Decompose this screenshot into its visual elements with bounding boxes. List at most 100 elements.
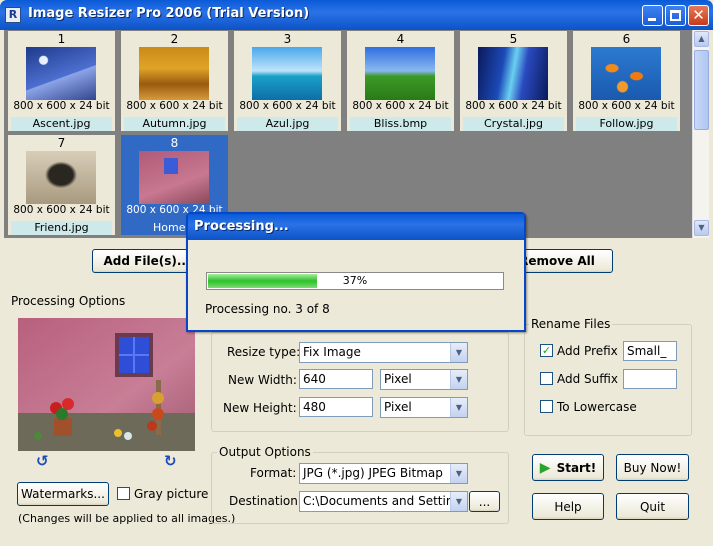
thumbnail-filename: Follow.jpg xyxy=(576,117,677,131)
format-select[interactable]: JPG (*.jpg) JPEG Bitmap ▼ xyxy=(299,463,468,484)
maximize-button[interactable] xyxy=(665,5,686,26)
thumbnail-number: 7 xyxy=(57,136,66,150)
thumbnail-info: 800 x 600 x 24 bit xyxy=(126,100,223,112)
chevron-down-icon: ▼ xyxy=(450,343,467,362)
chevron-down-icon: ▼ xyxy=(450,398,467,417)
format-label: Format: xyxy=(250,466,297,480)
chevron-down-icon: ▼ xyxy=(450,370,467,389)
thumbnail-item[interactable]: 3 800 x 600 x 24 bit Azul.jpg xyxy=(234,31,341,131)
suffix-input[interactable] xyxy=(623,369,677,389)
resize-type-select[interactable]: Fix Image ▼ xyxy=(299,342,468,363)
thumbnail-info: 800 x 600 x 24 bit xyxy=(352,100,449,112)
gray-picture-checkbox[interactable] xyxy=(117,487,130,500)
gray-picture-label: Gray picture xyxy=(134,487,209,501)
progress-status: Processing no. 3 of 8 xyxy=(205,302,330,316)
thumbnail-number: 2 xyxy=(170,32,179,46)
thumbnail-image xyxy=(478,47,548,100)
thumbnail-info: 800 x 600 x 24 bit xyxy=(13,204,110,216)
preview-image xyxy=(18,318,195,451)
dialog-title[interactable]: Processing... xyxy=(188,214,524,240)
thumbnail-info: 800 x 600 x 24 bit xyxy=(13,100,110,112)
thumbnail-number: 8 xyxy=(170,136,179,150)
height-unit-value: Pixel xyxy=(384,400,412,414)
processing-dialog: Processing... 37% Processing no. 3 of 8 xyxy=(186,212,526,332)
thumbnail-image xyxy=(139,151,209,204)
new-height-label: New Height: xyxy=(223,401,297,415)
thumbnail-info: 800 x 600 x 24 bit xyxy=(578,100,675,112)
scroll-down-button[interactable]: ▼ xyxy=(694,220,709,236)
add-prefix-checkbox[interactable]: ✓ xyxy=(540,344,553,357)
thumbnail-filename: Autumn.jpg xyxy=(124,117,225,131)
rotate-right-icon[interactable]: ↻ xyxy=(164,452,177,470)
thumbnail-filename: Bliss.bmp xyxy=(350,117,451,131)
thumbnail-item[interactable]: 2 800 x 600 x 24 bit Autumn.jpg xyxy=(121,31,228,131)
help-button[interactable]: Help xyxy=(532,493,604,520)
thumbnail-item[interactable]: 6 800 x 600 x 24 bit Follow.jpg xyxy=(573,31,680,131)
destination-value: C:\Documents and Setting xyxy=(303,494,462,508)
scroll-up-button[interactable]: ▲ xyxy=(694,31,709,47)
thumbnail-image xyxy=(26,151,96,204)
height-unit-select[interactable]: Pixel ▼ xyxy=(380,397,468,418)
to-lowercase-checkbox[interactable] xyxy=(540,400,553,413)
browse-button[interactable]: ... xyxy=(469,491,500,512)
resize-type-value: Fix Image xyxy=(303,345,361,359)
progress-text: 37% xyxy=(342,274,368,287)
buy-now-button[interactable]: Buy Now! xyxy=(616,454,689,481)
app-icon: R xyxy=(5,7,21,23)
progress-bar: 37% xyxy=(206,272,504,290)
minimize-button[interactable] xyxy=(642,5,663,26)
start-button[interactable]: ▶ Start! xyxy=(532,454,604,481)
width-unit-value: Pixel xyxy=(384,372,412,386)
add-suffix-checkbox[interactable] xyxy=(540,372,553,385)
thumbnail-image xyxy=(365,47,435,100)
to-lowercase-label: To Lowercase xyxy=(557,400,637,414)
title-bar[interactable]: R Image Resizer Pro 2006 (Trial Version)… xyxy=(0,0,713,30)
thumbnail-info: 800 x 600 x 24 bit xyxy=(239,100,336,112)
format-value: JPG (*.jpg) JPEG Bitmap xyxy=(303,466,443,480)
destination-select[interactable]: C:\Documents and Setting ▼ xyxy=(299,491,468,512)
thumbnail-item[interactable]: 5 800 x 600 x 24 bit Crystal.jpg xyxy=(460,31,567,131)
watermarks-button[interactable]: Watermarks... xyxy=(17,482,109,506)
window-title: Image Resizer Pro 2006 (Trial Version) xyxy=(28,6,310,21)
prefix-input[interactable]: Small_ xyxy=(623,341,677,361)
resize-type-label: Resize type: xyxy=(227,345,301,359)
new-width-input[interactable]: 640 xyxy=(299,369,373,389)
thumbnail-filename: Ascent.jpg xyxy=(11,117,112,131)
close-button[interactable]: ✕ xyxy=(688,5,709,26)
thumbnail-item[interactable]: 4 800 x 600 x 24 bit Bliss.bmp xyxy=(347,31,454,131)
thumbnail-number: 3 xyxy=(283,32,292,46)
play-icon: ▶ xyxy=(539,459,551,476)
chevron-down-icon: ▼ xyxy=(450,464,467,483)
scroll-thumb[interactable] xyxy=(694,50,709,130)
thumbnail-filename: Azul.jpg xyxy=(237,117,338,131)
quit-button[interactable]: Quit xyxy=(616,493,689,520)
thumbnail-filename: Crystal.jpg xyxy=(463,117,564,131)
destination-label: Destination: xyxy=(229,494,302,508)
thumbnail-image xyxy=(591,47,661,100)
thumbnail-image xyxy=(26,47,96,100)
rotate-left-icon[interactable]: ↺ xyxy=(36,452,49,470)
add-prefix-label: Add Prefix xyxy=(557,344,618,358)
thumbnail-item[interactable]: 1 800 x 600 x 24 bit Ascent.jpg xyxy=(8,31,115,131)
thumbnail-info: 800 x 600 x 24 bit xyxy=(465,100,562,112)
thumbnail-number: 6 xyxy=(622,32,631,46)
thumbnail-number: 1 xyxy=(57,32,66,46)
processing-options-label: Processing Options xyxy=(11,294,126,308)
minimize-icon xyxy=(648,18,656,21)
preview-image-svg xyxy=(18,318,195,451)
width-unit-select[interactable]: Pixel ▼ xyxy=(380,369,468,390)
close-icon: ✕ xyxy=(692,6,705,24)
new-height-input[interactable]: 480 xyxy=(299,397,373,417)
new-width-label: New Width: xyxy=(228,373,297,387)
rename-files-label: Rename Files xyxy=(529,317,613,331)
thumbnail-item[interactable]: 7 800 x 600 x 24 bit Friend.jpg xyxy=(8,135,115,235)
start-label: Start! xyxy=(556,460,597,475)
output-options-label: Output Options xyxy=(217,445,313,459)
changes-note: (Changes will be applied to all images.) xyxy=(18,512,236,525)
thumbnail-number: 5 xyxy=(509,32,518,46)
thumbnail-grid[interactable]: 1 800 x 600 x 24 bit Ascent.jpg 2 800 x … xyxy=(4,30,692,238)
add-suffix-label: Add Suffix xyxy=(557,372,618,386)
thumbnail-scrollbar[interactable]: ▲ ▼ xyxy=(692,30,709,238)
maximize-icon xyxy=(670,10,681,21)
thumbnail-image xyxy=(139,47,209,100)
